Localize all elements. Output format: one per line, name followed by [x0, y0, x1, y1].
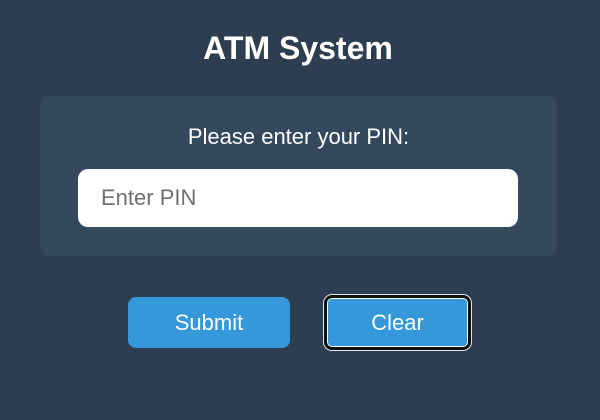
pin-input[interactable]: [78, 169, 518, 227]
submit-button[interactable]: Submit: [128, 297, 290, 348]
page-title: ATM System: [203, 30, 393, 66]
clear-button[interactable]: Clear: [324, 295, 471, 350]
pin-prompt-label: Please enter your PIN:: [187, 124, 410, 149]
pin-entry-panel: Please enter your PIN:: [40, 96, 557, 256]
